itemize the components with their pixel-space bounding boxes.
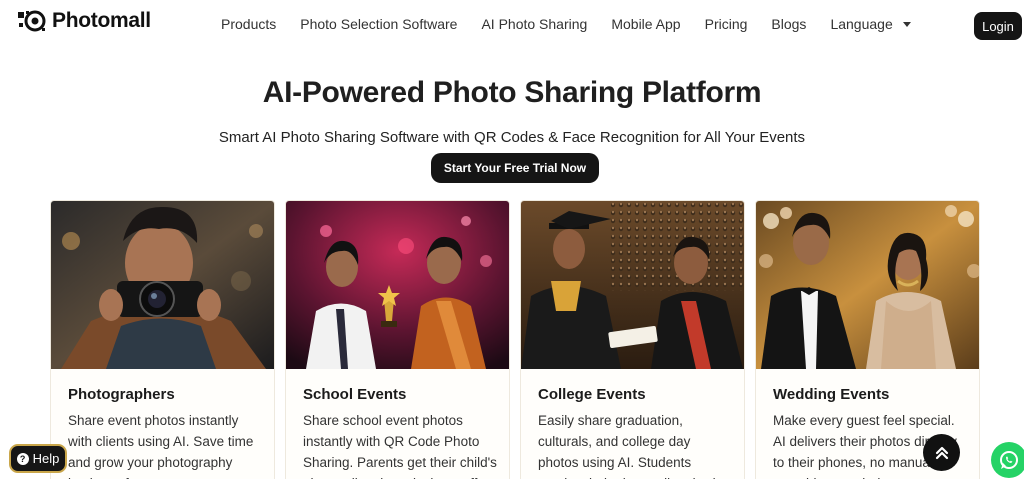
whatsapp-button[interactable] (991, 442, 1024, 478)
card-photographers[interactable]: Photographers Share event photos instant… (50, 200, 275, 479)
card-description: Share school event photos instantly with… (303, 413, 497, 479)
nav-item-blogs[interactable]: Blogs (771, 16, 806, 32)
whatsapp-icon (1000, 451, 1018, 469)
card-title: College Events (538, 386, 646, 403)
language-label: Language (830, 16, 893, 32)
page-title: AI-Powered Photo Sharing Platform (262, 76, 762, 109)
start-free-trial-button[interactable]: Start Your Free Trial Now (431, 153, 599, 183)
photomall-logo-icon (17, 9, 47, 33)
login-button[interactable]: Login (974, 12, 1022, 40)
nav-item-mobile-app[interactable]: Mobile App (611, 16, 680, 32)
nav-item-pricing[interactable]: Pricing (705, 16, 748, 32)
nav-item-products[interactable]: Products (221, 16, 276, 32)
card-title: School Events (303, 386, 407, 403)
card-title: Photographers (68, 386, 175, 403)
question-icon: ? (16, 452, 29, 465)
card-description: Easily share graduation, culturals, and … (538, 413, 731, 479)
card-college-events[interactable]: College Events Easily share graduation, … (520, 200, 745, 479)
top-navigation: Photomall Products Photo Selection Softw… (0, 0, 1024, 52)
nav-item-ai-photo-sharing[interactable]: AI Photo Sharing (481, 16, 587, 32)
school-event-image (286, 201, 509, 369)
card-school-events[interactable]: School Events Share school event photos … (285, 200, 510, 479)
card-description: Share event photos instantly with client… (68, 413, 254, 479)
nav-item-photo-selection-software[interactable]: Photo Selection Software (300, 16, 457, 32)
main-menu: Products Photo Selection Software AI Pho… (221, 16, 935, 32)
double-chevron-up-icon (935, 446, 948, 459)
photographer-image (51, 201, 274, 369)
nav-item-language-dropdown[interactable]: Language (830, 16, 911, 32)
brand-logo[interactable]: Photomall (17, 9, 151, 33)
card-title: Wedding Events (773, 386, 890, 403)
caret-down-icon (902, 21, 911, 27)
page-subtitle: Smart AI Photo Sharing Software with QR … (218, 129, 806, 146)
scroll-to-top-button[interactable] (923, 434, 960, 471)
help-button[interactable]: ? Help (9, 444, 67, 473)
help-label: Help (32, 451, 60, 466)
brand-name: Photomall (52, 9, 151, 32)
college-event-image (521, 201, 744, 369)
wedding-event-image (756, 201, 979, 369)
